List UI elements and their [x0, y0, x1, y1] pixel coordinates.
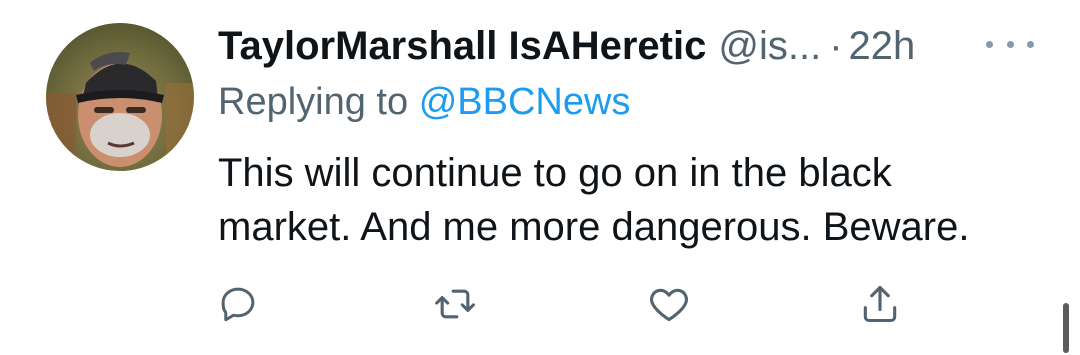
- tweet-text-line: market. And me more dangerous. Beware.: [218, 205, 970, 249]
- tweet-header: TaylorMarshall IsAHeretic @is... · 22h: [218, 18, 915, 74]
- replying-label: Replying to: [218, 81, 409, 123]
- tweet-text: This will continue to go on in the black…: [218, 146, 1018, 254]
- share-icon: [863, 285, 897, 323]
- share-button[interactable]: [856, 280, 904, 328]
- replying-mention-link[interactable]: @BBCNews: [419, 81, 631, 123]
- tweet[interactable]: TaylorMarshall IsAHeretic @is... · 22h R…: [0, 0, 1080, 355]
- scrollbar[interactable]: [1063, 303, 1069, 353]
- avatar-image: [46, 23, 194, 171]
- tweet-text-line: This will continue to go on in the black: [218, 151, 892, 195]
- like-button[interactable]: [645, 280, 693, 328]
- reply-button[interactable]: [214, 280, 262, 328]
- more-dot: [1027, 40, 1034, 48]
- reply-icon: [221, 287, 255, 322]
- avatar[interactable]: [46, 23, 194, 171]
- display-name[interactable]: TaylorMarshall IsAHeretic: [218, 18, 706, 74]
- heart-icon: [650, 288, 688, 322]
- retweet-icon: [435, 289, 475, 319]
- more-dot: [986, 40, 993, 48]
- more-dot: [1006, 40, 1014, 48]
- replying-to: Replying to @BBCNews: [218, 76, 630, 128]
- retweet-button[interactable]: [431, 280, 479, 328]
- more-options-button[interactable]: [986, 28, 1034, 60]
- user-handle[interactable]: @is...: [718, 18, 821, 74]
- timestamp[interactable]: 22h: [849, 18, 916, 74]
- separator-dot: ·: [829, 24, 843, 68]
